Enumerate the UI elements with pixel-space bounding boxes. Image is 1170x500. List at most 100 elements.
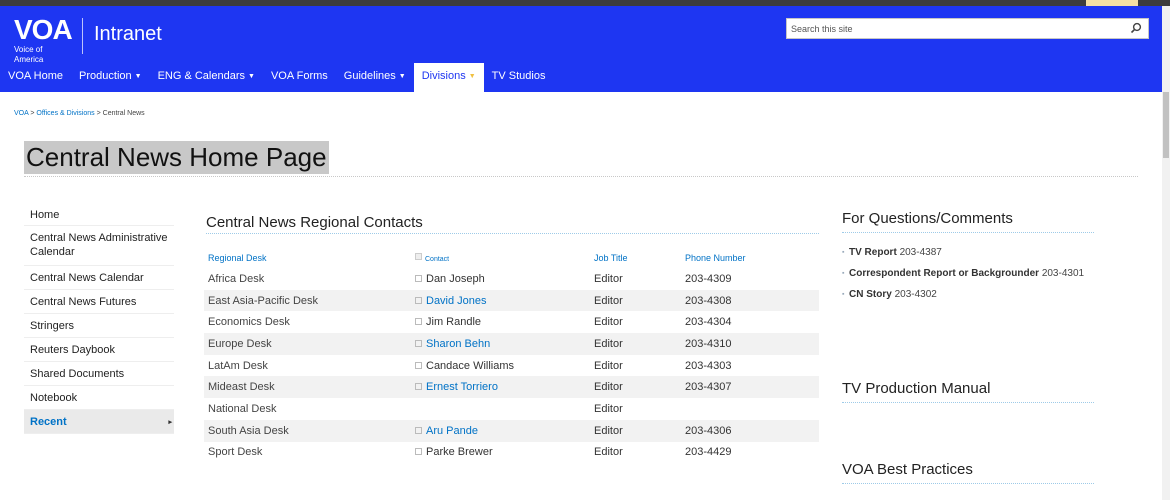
cell-contact: David Jones <box>411 289 590 312</box>
search-box <box>786 18 1149 39</box>
table-row: National Desk Editor <box>204 398 819 420</box>
contact-checkbox[interactable] <box>415 274 422 282</box>
contact-link[interactable]: David Jones <box>426 295 487 307</box>
nav-item-production[interactable]: Production ▼ <box>71 63 150 92</box>
cell-job-title: Editor <box>594 359 623 372</box>
search-icon[interactable] <box>1130 22 1142 34</box>
nav-item-label: Guidelines <box>343 70 396 82</box>
cell-contact: Jim Randle <box>411 311 590 333</box>
best-practices-panel: VOA Best Practices <box>842 461 1094 484</box>
breadcrumb-separator: > <box>30 110 35 117</box>
question-contact-label: TV Report <box>849 247 897 258</box>
column-header-desk[interactable]: Regional Desk <box>204 247 411 268</box>
search-input[interactable] <box>787 19 1117 39</box>
question-contact-phone: 203-4301 <box>1041 268 1085 279</box>
nav-item-voa-home[interactable]: VOA Home <box>0 63 71 92</box>
cell-job-title: Editor <box>590 289 681 312</box>
left-nav-item-label: Central News Calendar <box>30 272 144 284</box>
header-divider <box>82 18 83 54</box>
left-nav-item-stringers[interactable]: Stringers <box>24 314 174 338</box>
cell-job-title: Editor <box>590 419 681 442</box>
contact-checkbox[interactable] <box>415 318 422 326</box>
left-nav-item-label: Central News Administrative Calendar <box>30 232 168 258</box>
cell-phone: 203-4429 <box>685 446 732 459</box>
cell-desk: Africa Desk <box>208 272 265 285</box>
left-nav-item-home[interactable]: Home <box>24 204 174 226</box>
best-practices-title[interactable]: VOA Best Practices <box>842 461 1094 481</box>
cell-desk: Europe Desk <box>204 333 411 355</box>
tv-manual-divider <box>842 402 1094 403</box>
cell-job-title: Editor <box>590 333 681 355</box>
column-header-title[interactable]: Job Title <box>590 247 681 268</box>
nav-item-label: Divisions <box>421 70 466 82</box>
cell-contact: Sharon Behn <box>411 333 590 355</box>
table-row: South Asia Desk Aru Pande Editor 203-4306 <box>204 419 819 442</box>
contact-checkbox[interactable] <box>415 383 422 391</box>
contact-checkbox[interactable] <box>415 426 422 434</box>
cell-contact: Candace Williams <box>411 355 590 377</box>
question-contact-phone: 203-4387 <box>899 247 942 258</box>
contact-checkbox[interactable] <box>415 339 422 347</box>
contact-link[interactable]: Ernest Torriero <box>426 381 498 393</box>
site-name[interactable]: Intranet <box>94 23 162 46</box>
breadcrumb-link-offices[interactable]: Offices & Divisions <box>36 110 94 117</box>
left-nav-item-label: Recent <box>30 416 67 428</box>
question-contact-phone: 203-4302 <box>894 289 937 300</box>
column-header-phone[interactable]: Phone Number <box>681 247 819 268</box>
cell-contact: Ernest Torriero <box>411 376 590 399</box>
question-contact-item: Correspondent Report or Backgrounder 203… <box>842 266 1094 281</box>
select-all-checkbox[interactable] <box>415 252 422 260</box>
left-nav-item-recent[interactable]: Recent ▸ <box>24 410 174 434</box>
questions-panel: For Questions/Comments TV Report 203-438… <box>842 210 1094 308</box>
nav-item-label: VOA Forms <box>270 70 328 82</box>
nav-item-divisions[interactable]: Divisions ▼ <box>413 63 484 92</box>
cell-job-title: Editor <box>594 272 623 285</box>
site-header: VOA Voice of America Intranet VOA Home Pr… <box>0 6 1162 92</box>
left-nav-item-reuters-daybook[interactable]: Reuters Daybook <box>24 338 174 362</box>
breadcrumb: VOA > Offices & Divisions > Central News <box>14 110 145 117</box>
left-nav-item-central-news-administrative-calendar[interactable]: Central News Administrative Calendar <box>24 226 174 266</box>
cell-phone: 203-4307 <box>681 376 819 399</box>
nav-item-guidelines[interactable]: Guidelines ▼ <box>336 63 414 92</box>
table-row: Mideast Desk Ernest Torriero Editor 203-430… <box>204 376 819 399</box>
voa-logo[interactable]: VOA Voice of America <box>14 16 73 65</box>
column-header-contact[interactable]: Contact <box>411 247 590 268</box>
column-header-contact-label: Contact <box>425 255 450 263</box>
left-nav-item-central-news-calendar[interactable]: Central News Calendar <box>24 266 174 290</box>
cell-phone: 203-4310 <box>681 333 819 355</box>
top-nav: VOA Home Production ▼ ENG & Calendars ▼ VOA F… <box>0 63 553 92</box>
question-contact-label: CN Story <box>849 289 892 300</box>
nav-item-eng-calendars[interactable]: ENG & Calendars ▼ <box>150 63 263 92</box>
cell-job-title: Editor <box>594 316 623 329</box>
tv-manual-title[interactable]: TV Production Manual <box>842 380 1094 400</box>
left-nav-item-shared-documents[interactable]: Shared Documents <box>24 362 174 386</box>
title-divider <box>24 176 1138 177</box>
breadcrumb-link-voa[interactable]: VOA <box>14 110 28 117</box>
nav-item-tv-studios[interactable]: TV Studios <box>484 63 554 92</box>
left-nav-item-central-news-futures[interactable]: Central News Futures <box>24 290 174 314</box>
contact-checkbox[interactable] <box>415 296 422 304</box>
cell-desk: East Asia-Pacific Desk <box>204 289 411 312</box>
contact-link[interactable]: Aru Pande <box>426 425 478 437</box>
nav-item-label: ENG & Calendars <box>157 70 245 82</box>
left-nav-item-notebook[interactable]: Notebook <box>24 386 174 410</box>
contacts-title: Central News Regional Contacts <box>206 214 423 231</box>
chevron-down-icon: ▼ <box>398 73 406 80</box>
nav-item-voa-forms[interactable]: VOA Forms <box>263 63 336 92</box>
cell-contact <box>411 398 590 420</box>
questions-divider <box>842 232 1094 233</box>
cell-phone: 203-4309 <box>685 272 732 285</box>
contact-checkbox[interactable] <box>415 448 422 456</box>
left-nav: Home Central News Administrative Calendar… <box>24 204 174 434</box>
scrollbar-thumb[interactable] <box>1163 92 1169 158</box>
contact-name: Parke Brewer <box>426 446 493 459</box>
cell-contact: Dan Joseph <box>411 268 590 290</box>
left-nav-item-label: Central News Futures <box>30 296 137 308</box>
cell-phone: 203-4303 <box>685 359 732 372</box>
scrollbar[interactable] <box>1162 6 1170 500</box>
contact-link[interactable]: Sharon Behn <box>426 338 490 350</box>
table-row: Europe Desk Sharon Behn Editor 203-4310 <box>204 333 819 355</box>
questions-title: For Questions/Comments <box>842 210 1013 227</box>
cell-job-title: Editor <box>594 446 623 459</box>
contact-checkbox[interactable] <box>415 361 422 369</box>
